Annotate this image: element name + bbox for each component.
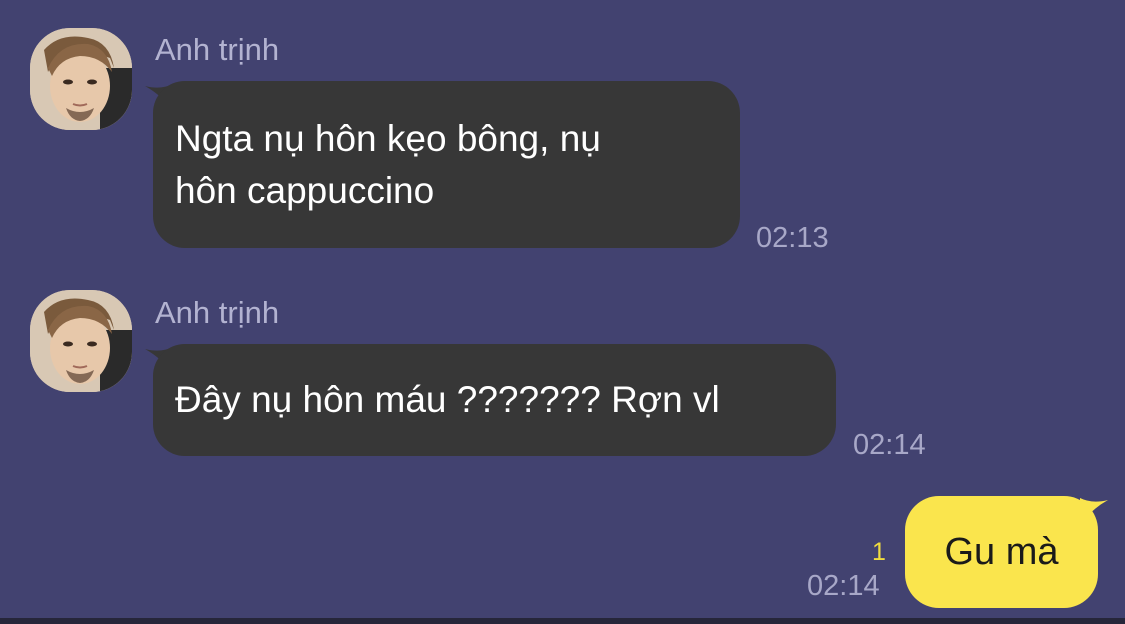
message-line: Đây nụ hôn máu ??????? Rợn vl [175,379,720,420]
sender-avatar[interactable] [30,28,132,130]
message-line: hôn cappuccino [175,170,435,211]
message-text: Gu mà [944,531,1059,573]
sender-name: Anh trịnh [155,32,280,67]
message-bubble[interactable]: Ngta nụ hôn kẹo bông, nụ hôn cappuccino [153,81,740,248]
message-line: Ngta nụ hôn kẹo bông, nụ [175,118,601,159]
message-bubble[interactable]: Đây nụ hôn máu ??????? Rợn vl [153,344,836,456]
bottom-divider [0,618,1125,624]
sender-avatar[interactable] [30,290,132,392]
message-timestamp: 02:14 [853,429,926,461]
sender-name: Anh trịnh [155,295,280,330]
chat-area[interactable]: Anh trịnh Ngta nụ hôn kẹo bông, nụ hôn c… [0,0,1125,618]
unread-count: 1 [872,538,886,566]
message-timestamp: 02:13 [756,222,829,254]
message-timestamp: 02:14 [807,570,880,602]
outgoing-message-bubble[interactable]: Gu mà [905,496,1098,608]
